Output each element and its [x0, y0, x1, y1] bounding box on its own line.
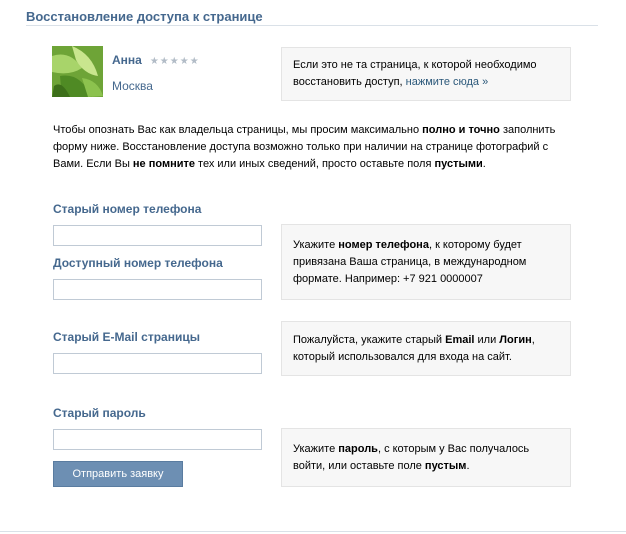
rating-stars-icon: ★★★★★: [149, 56, 200, 67]
footer-divider: [0, 531, 626, 532]
old-email-label: Старый E-Mail страницы: [53, 330, 200, 344]
click-here-link[interactable]: нажмите сюда »: [406, 76, 489, 88]
submit-request-button[interactable]: Отправить заявку: [53, 461, 183, 487]
available-phone-label: Доступный номер телефона: [53, 256, 223, 270]
available-phone-input[interactable]: [53, 279, 262, 300]
old-phone-label: Старый номер телефона: [53, 202, 202, 216]
profile-name[interactable]: Анна: [112, 53, 142, 67]
old-password-label: Старый пароль: [53, 406, 146, 420]
header-divider: [26, 25, 598, 26]
password-hint-box: Укажите пароль, с которым у Вас получало…: [281, 428, 571, 487]
email-hint-box: Пожалуйста, укажите старый Email или Лог…: [281, 321, 571, 376]
avatar[interactable]: [52, 46, 103, 97]
leaf-avatar-photo: [52, 46, 103, 97]
profile-name-line: Анна ★★★★★: [112, 53, 200, 67]
not-your-page-box: Если это не та страница, к которой необх…: [281, 47, 571, 101]
old-email-input[interactable]: [53, 353, 262, 374]
phone-hint-box: Укажите номер телефона, к которому будет…: [281, 224, 571, 300]
old-password-input[interactable]: [53, 429, 262, 450]
page-title: Восстановление доступа к странице: [26, 9, 263, 24]
profile-city: Москва: [112, 79, 153, 93]
intro-text: Чтобы опознать Вас как владельца страниц…: [53, 124, 556, 170]
old-phone-input[interactable]: [53, 225, 262, 246]
